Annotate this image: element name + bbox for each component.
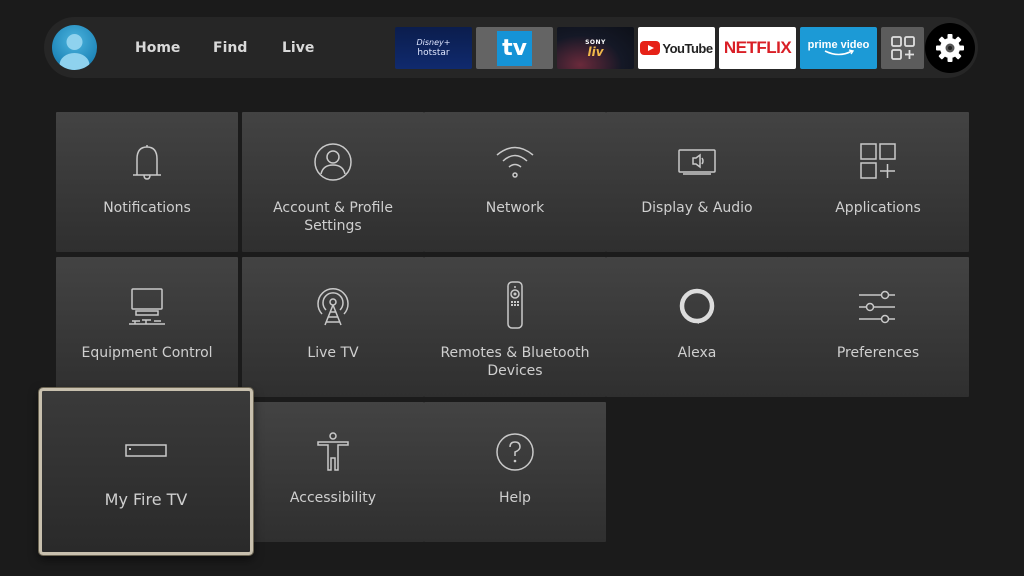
profile-avatar-icon	[59, 34, 90, 70]
tile-label: Equipment Control	[81, 345, 213, 361]
accessibility-person-icon	[317, 432, 349, 471]
tile-label: Live TV	[307, 345, 359, 361]
tile-help[interactable]: Help	[424, 402, 606, 542]
tile-live-tv[interactable]: Live TV	[242, 257, 424, 397]
nav-live[interactable]: Live	[282, 38, 314, 58]
liv-logo: liv	[587, 44, 604, 59]
profile-avatar[interactable]	[52, 25, 97, 70]
youtube-play-icon	[640, 41, 661, 55]
app-prime-video[interactable]: prime video	[800, 27, 877, 69]
tile-label: Notifications	[103, 200, 191, 216]
hotstar-logo-line1: Disney+	[416, 38, 451, 47]
tile-label: Applications	[835, 200, 921, 216]
tile-label: Remotes & Bluetooth Devices	[440, 345, 590, 379]
all-apps-button[interactable]	[881, 27, 924, 69]
bell-icon	[133, 145, 161, 180]
app-tv[interactable]: tv	[476, 27, 553, 69]
youtube-logo-text: YouTube	[662, 40, 713, 56]
app-netflix[interactable]: NETFLIX	[719, 27, 796, 69]
settings-button[interactable]	[925, 23, 975, 73]
tile-label: Preferences	[836, 345, 920, 361]
tile-equipment-control[interactable]: Equipment Control	[56, 257, 238, 397]
nav-home[interactable]: Home	[135, 38, 180, 58]
tile-accessibility[interactable]: Accessibility	[242, 402, 424, 542]
user-circle-icon	[314, 143, 352, 181]
tile-account-profile-settings[interactable]: Account & Profile Settings	[242, 112, 424, 252]
prime-smile-icon	[824, 49, 854, 56]
tile-preferences[interactable]: Preferences	[787, 257, 969, 397]
tv-equipment-icon	[129, 288, 165, 325]
tile-label: Help	[499, 490, 531, 506]
antenna-icon	[317, 288, 349, 326]
wifi-icon	[496, 146, 534, 178]
tile-display-audio[interactable]: Display & Audio	[606, 112, 788, 252]
app-sony-liv[interactable]: SONY liv	[557, 27, 634, 69]
tv-logo: tv	[497, 30, 532, 66]
netflix-logo-text: NETFLIX	[723, 38, 792, 57]
apps-icon	[860, 143, 896, 179]
tile-my-fire-tv[interactable]: My Fire TV	[39, 388, 253, 555]
tile-label: Accessibility	[289, 490, 377, 506]
apps-grid-plus-icon	[890, 36, 915, 60]
app-youtube[interactable]: YouTube	[638, 27, 715, 69]
remote-icon	[507, 281, 523, 329]
gear-icon	[936, 34, 964, 62]
alexa-ring-icon	[679, 288, 715, 324]
tile-label: Network	[485, 200, 545, 216]
app-disney-hotstar[interactable]: Disney+ hotstar	[395, 27, 472, 69]
tile-alexa[interactable]: Alexa	[606, 257, 788, 397]
fire-tv-stick-icon	[125, 444, 167, 457]
tile-remotes-bluetooth[interactable]: Remotes & Bluetooth Devices	[424, 257, 606, 397]
tile-label: Alexa	[677, 345, 717, 361]
tile-label: My Fire TV	[104, 490, 188, 509]
nav-find[interactable]: Find	[213, 38, 247, 58]
display-speaker-icon	[678, 149, 716, 175]
hotstar-logo-line2: hotstar	[417, 48, 450, 58]
tile-label: Display & Audio	[641, 200, 753, 216]
tile-network[interactable]: Network	[424, 112, 606, 252]
tile-notifications[interactable]: Notifications	[56, 112, 238, 252]
sliders-icon	[859, 290, 895, 324]
tile-label: Account & Profile Settings	[273, 200, 393, 234]
help-circle-icon	[496, 433, 534, 471]
tile-applications[interactable]: Applications	[787, 112, 969, 252]
